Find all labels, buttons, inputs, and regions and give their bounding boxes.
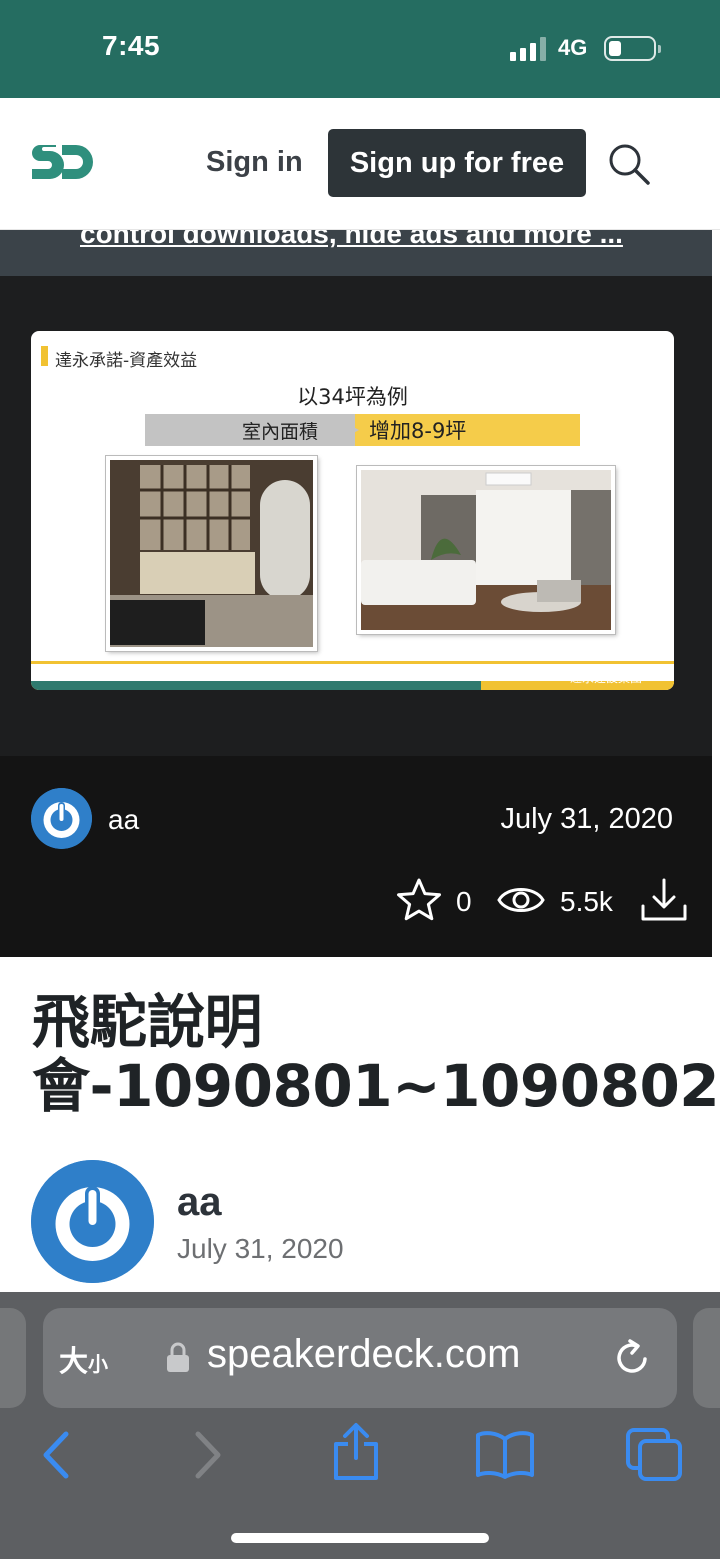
forward-icon[interactable] xyxy=(190,1430,226,1480)
browser-toolbar: 大小 speakerdeck.com xyxy=(0,1292,720,1559)
reload-icon[interactable] xyxy=(613,1339,651,1377)
slide-arrow-shape xyxy=(329,414,359,446)
status-bar: 7:45 4G xyxy=(0,0,720,98)
eye-icon xyxy=(497,888,545,912)
address-bar[interactable]: 大小 speakerdeck.com xyxy=(43,1308,677,1408)
avatar[interactable] xyxy=(31,1160,154,1283)
star-icon[interactable] xyxy=(396,877,442,923)
slide-heading: 達永承諾-資產效益 xyxy=(55,351,198,371)
download-icon[interactable] xyxy=(640,878,688,922)
text-size-small-glyph: 小 xyxy=(88,1352,109,1376)
back-icon[interactable] xyxy=(38,1430,74,1480)
author-name-large[interactable]: aa xyxy=(177,1180,222,1225)
site-header: Sign in Sign up for free xyxy=(0,98,720,230)
slide-label-right: 增加8-9坪 xyxy=(331,414,580,446)
slide-progress-bar xyxy=(31,681,482,690)
status-time: 7:45 xyxy=(102,30,161,61)
sign-up-button[interactable]: Sign up for free xyxy=(328,129,586,197)
slide-heading-marker xyxy=(41,346,48,366)
deck-meta-bar: aa July 31, 2020 0 5.5k xyxy=(0,756,712,957)
slide-label-left: 室內面積 xyxy=(145,414,355,446)
slide-photo-after xyxy=(357,466,615,634)
text-size-button[interactable]: 大小 xyxy=(59,1338,108,1380)
slide[interactable]: 達永承諾-資產效益 以34坪為例 增加8-9坪 室內面積 達永建設集團 xyxy=(31,331,674,690)
network-type: 4G xyxy=(558,35,588,60)
slide-divider xyxy=(31,661,674,664)
lock-icon xyxy=(167,1342,189,1372)
slide-example-text: 以34坪為例 xyxy=(297,385,408,409)
publish-date: July 31, 2020 xyxy=(500,803,673,835)
text-size-large-glyph: 大 xyxy=(59,1344,89,1378)
sign-in-link[interactable]: Sign in xyxy=(206,146,303,179)
url-text[interactable]: speakerdeck.com xyxy=(207,1332,520,1377)
search-icon[interactable] xyxy=(607,142,651,186)
star-count: 0 xyxy=(456,886,472,917)
deck-title: 飛駝說明會-1090801~1090802 xyxy=(32,988,720,1120)
slide-photo-before xyxy=(106,456,317,651)
signal-icon xyxy=(510,37,548,61)
author-name[interactable]: aa xyxy=(108,804,139,836)
publish-date-large: July 31, 2020 xyxy=(177,1233,344,1264)
view-count: 5.5k xyxy=(560,886,613,917)
previous-tab-peek[interactable] xyxy=(0,1308,26,1408)
tabs-icon[interactable] xyxy=(624,1427,684,1483)
bookmarks-icon[interactable] xyxy=(474,1429,536,1479)
promo-link[interactable]: control downloads, hide ads and more ... xyxy=(80,230,623,250)
home-indicator xyxy=(231,1533,489,1543)
avatar[interactable] xyxy=(31,788,92,849)
next-tab-peek[interactable] xyxy=(693,1308,720,1408)
promo-banner: control downloads, hide ads and more ... xyxy=(0,230,712,276)
share-icon[interactable] xyxy=(330,1422,382,1482)
battery-icon xyxy=(604,36,661,61)
logo-icon[interactable] xyxy=(30,141,94,183)
scroll-edge xyxy=(712,230,720,957)
slide-viewer: 達永承諾-資產效益 以34坪為例 增加8-9坪 室內面積 達永建設集團 xyxy=(0,276,712,756)
slide-footer-text: 達永建設集團 xyxy=(569,671,642,685)
